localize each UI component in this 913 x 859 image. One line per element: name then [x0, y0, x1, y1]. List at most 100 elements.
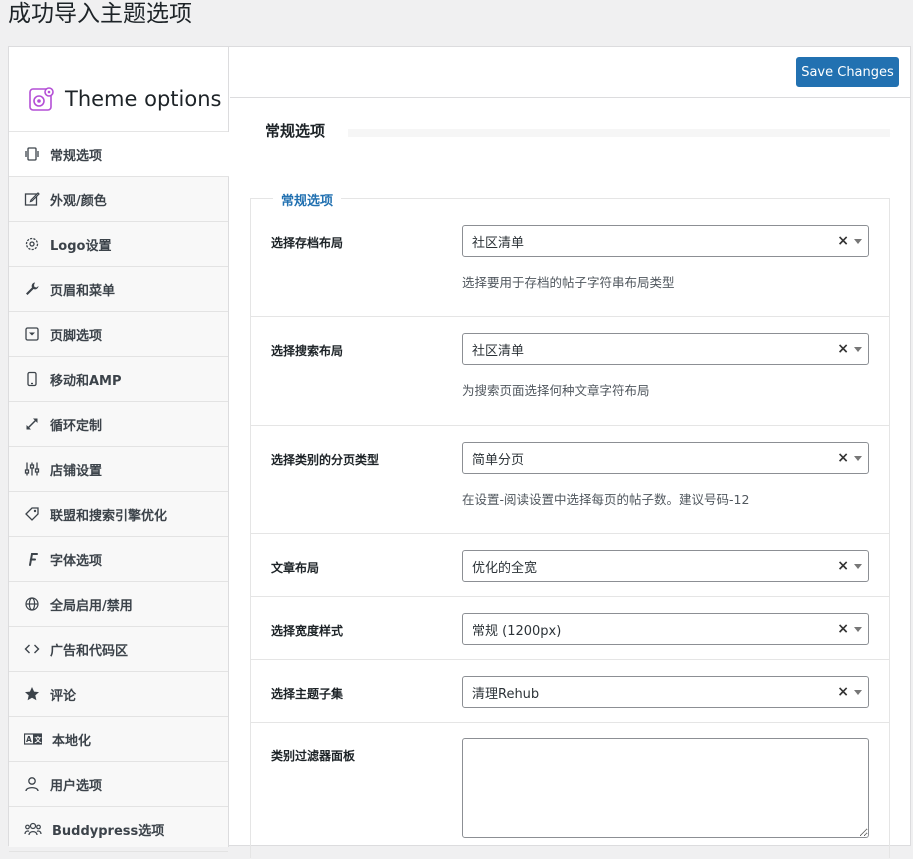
- select-value: 社区清单: [472, 235, 525, 251]
- chevron-down-icon[interactable]: [854, 239, 862, 244]
- sidebar-item-ads-code[interactable]: 广告和代码区: [9, 627, 228, 672]
- option-label: 选择存档布局: [271, 236, 344, 250]
- sidebar-item-buddypress[interactable]: Buddypress选项: [9, 807, 228, 852]
- sidebar-item-label: 页脚选项: [50, 328, 103, 344]
- option-row-archive-layout: 选择存档布局 社区清单 × 选择要用于存档的帖子字符串布局类型: [251, 199, 889, 317]
- sidebar-item-global-toggle[interactable]: 全局启用/禁用: [9, 582, 228, 627]
- option-label: 选择主题子集: [271, 687, 344, 701]
- option-label: 选择搜索布局: [271, 344, 344, 358]
- sidebar-item-label: 店铺设置: [50, 463, 103, 479]
- code-icon: [24, 641, 40, 657]
- search-layout-select[interactable]: 社区清单 ×: [462, 333, 869, 365]
- user-icon: [24, 776, 40, 792]
- sidebar-item-label: 广告和代码区: [50, 643, 129, 659]
- option-row-search-layout: 选择搜索布局 社区清单 × 为搜索页面选择何种文章字符布局: [251, 317, 889, 426]
- option-label: 选择类别的分页类型: [271, 453, 380, 467]
- sidebar-item-header-menu[interactable]: 页眉和菜单: [9, 267, 228, 312]
- select-value: 社区清单: [472, 343, 525, 359]
- sidebar-nav: 常规选项 外观/颜色 Logo设置 页眉和菜单 页脚选项 移动和AMP 循环定制…: [9, 132, 229, 852]
- sidebar-item-fonts[interactable]: 字体选项: [9, 537, 228, 582]
- sidebar-item-localization[interactable]: A文 本地化: [9, 717, 228, 762]
- save-changes-button[interactable]: Save Changes: [796, 57, 899, 87]
- option-label: 文章布局: [271, 561, 320, 575]
- sidebar-item-appearance[interactable]: 外观/颜色: [9, 177, 228, 222]
- chevron-down-icon[interactable]: [854, 347, 862, 352]
- section-title-divider: [348, 129, 890, 137]
- sidebar-item-affiliate-seo[interactable]: 联盟和搜索引擎优化: [9, 492, 228, 537]
- option-row-category-filter: 类别过滤器面板: [251, 723, 889, 859]
- clear-icon[interactable]: ×: [837, 685, 849, 699]
- sidebar-item-footer[interactable]: 页脚选项: [9, 312, 228, 357]
- theme-subset-select[interactable]: 清理Rehub ×: [462, 676, 869, 708]
- chevron-down-icon[interactable]: [854, 456, 862, 461]
- sliders-vertical-icon: [24, 146, 40, 162]
- section-title: 常规选项: [265, 122, 326, 140]
- sidebar-item-label: Logo设置: [50, 238, 112, 254]
- sidebar-item-label: 联盟和搜索引擎优化: [50, 508, 168, 524]
- mobile-icon: [24, 371, 40, 387]
- globe-icon: [24, 596, 40, 612]
- option-row-theme-subset: 选择主题子集 清理Rehub ×: [251, 660, 889, 723]
- sidebar-item-label: 字体选项: [50, 553, 103, 569]
- sidebar-item-comments[interactable]: 评论: [9, 672, 228, 717]
- sidebar-item-label: 页眉和菜单: [50, 283, 116, 299]
- expand-arrows-icon: [24, 416, 40, 432]
- select-value: 常规 (1200px): [472, 623, 562, 639]
- svg-text:文: 文: [35, 735, 43, 744]
- clear-icon[interactable]: ×: [837, 451, 849, 465]
- option-description: 选择要用于存档的帖子字符串布局类型: [462, 275, 675, 290]
- clear-icon[interactable]: ×: [837, 622, 849, 636]
- sidebar-item-label: 常规选项: [50, 148, 103, 164]
- svg-text:A: A: [26, 735, 32, 744]
- sidebar-item-user-options[interactable]: 用户选项: [9, 762, 228, 807]
- theme-options-panel: Theme options 常规选项 外观/颜色 Logo设置 页眉和菜单 页脚…: [8, 46, 911, 858]
- option-row-post-layout: 文章布局 优化的全宽 ×: [251, 534, 889, 597]
- users-icon: [24, 821, 42, 837]
- width-style-select[interactable]: 常规 (1200px) ×: [462, 613, 869, 645]
- sidebar-item-general[interactable]: 常规选项: [9, 132, 229, 177]
- sidebar-item-label: 评论: [50, 688, 77, 704]
- option-description: 为搜索页面选择何种文章字符布局: [462, 383, 650, 398]
- sidebar-item-label: 全局启用/禁用: [50, 598, 133, 614]
- pagination-type-select[interactable]: 简单分页 ×: [462, 442, 869, 474]
- clear-icon[interactable]: ×: [837, 234, 849, 248]
- main-content: Save Changes 常规选项 常规选项 选择存档布局 社区清单 × 选择要…: [230, 47, 910, 858]
- tag-icon: [24, 506, 40, 522]
- option-row-pagination-type: 选择类别的分页类型 简单分页 × 在设置-阅读设置中选择每页的帖子数。建议号码-…: [251, 426, 889, 534]
- wrench-icon: [24, 281, 40, 297]
- star-icon: [24, 686, 40, 702]
- chevron-down-icon[interactable]: [854, 564, 862, 569]
- archive-layout-select[interactable]: 社区清单 ×: [462, 225, 869, 257]
- sidebar-item-mobile-amp[interactable]: 移动和AMP: [9, 357, 228, 402]
- page-title: 成功导入主题选项: [8, 1, 192, 27]
- sidebar-item-label: 移动和AMP: [50, 373, 122, 389]
- sidebar-item-label: Buddypress选项: [52, 823, 165, 839]
- sidebar-item-label: 外观/颜色: [50, 193, 107, 209]
- font-icon: [24, 551, 40, 567]
- edit-icon: [24, 191, 40, 207]
- caret-box-icon: [24, 326, 40, 342]
- chevron-down-icon[interactable]: [854, 627, 862, 632]
- sidebar-item-logo[interactable]: Logo设置: [9, 222, 228, 267]
- clear-icon[interactable]: ×: [837, 342, 849, 356]
- clear-icon[interactable]: ×: [837, 559, 849, 573]
- sliders-icon: [24, 461, 40, 477]
- sidebar-item-shop[interactable]: 店铺设置: [9, 447, 228, 492]
- sidebar-item-label: 循环定制: [50, 418, 103, 434]
- brand-header: Theme options: [9, 47, 228, 132]
- top-toolbar: Save Changes: [230, 47, 910, 98]
- brand-title: Theme options: [65, 87, 222, 111]
- option-row-width-style: 选择宽度样式 常规 (1200px) ×: [251, 597, 889, 660]
- option-label: 类别过滤器面板: [271, 749, 356, 763]
- chevron-down-icon[interactable]: [854, 690, 862, 695]
- sidebar-item-loop[interactable]: 循环定制: [9, 402, 228, 447]
- translate-icon: A文: [24, 731, 42, 747]
- select-value: 优化的全宽: [472, 560, 538, 576]
- post-layout-select[interactable]: 优化的全宽 ×: [462, 550, 869, 582]
- general-options-fieldset: 常规选项 选择存档布局 社区清单 × 选择要用于存档的帖子字符串布局类型 选择搜…: [250, 190, 890, 859]
- sidebar-item-label: 用户选项: [50, 778, 103, 794]
- category-filter-textarea[interactable]: [462, 738, 869, 838]
- gear-icon: [24, 236, 40, 252]
- theme-gear-icon: [29, 87, 54, 111]
- select-value: 简单分页: [472, 452, 525, 468]
